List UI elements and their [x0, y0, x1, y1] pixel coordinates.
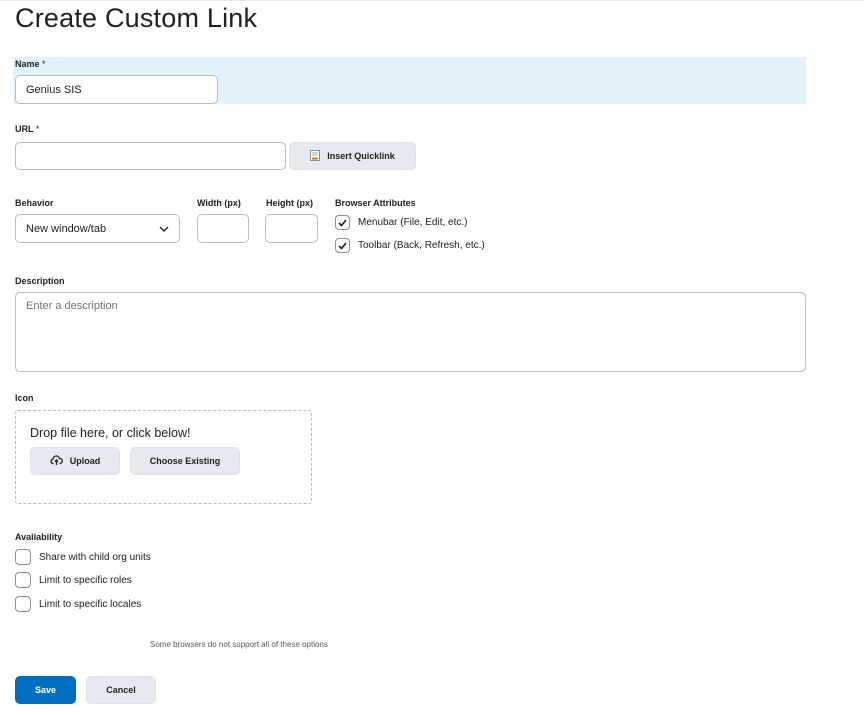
required-mark: * [35, 124, 40, 134]
url-input[interactable] [15, 142, 286, 170]
height-input[interactable] [265, 214, 318, 243]
cancel-button[interactable]: Cancel [86, 676, 156, 704]
width-label: Width (px) [197, 198, 241, 208]
share-child-org-label: Share with child org units [39, 551, 151, 563]
check-icon [338, 241, 347, 250]
behavior-selected-value: New window/tab [26, 222, 107, 235]
url-label-text: URL [15, 124, 34, 134]
behavior-select[interactable]: New window/tab [15, 214, 180, 243]
name-input-value: Genius SIS [26, 83, 82, 96]
height-label: Height (px) [266, 198, 313, 208]
limit-locales-checkbox[interactable] [15, 596, 31, 612]
url-label: URL * [15, 124, 39, 134]
toolbar-label: Toolbar (Back, Refresh, etc.) [358, 240, 485, 251]
save-label: Save [34, 685, 57, 695]
browser-attributes-label: Browser Attributes [335, 198, 416, 208]
description-label: Description [15, 276, 65, 286]
cancel-label: Cancel [106, 685, 136, 695]
name-label-text: Name [15, 59, 40, 69]
limit-locales-option[interactable]: Limit to specific locales [15, 596, 141, 612]
insert-quicklink-button[interactable]: Insert Quicklink [289, 142, 416, 170]
choose-existing-button[interactable]: Choose Existing [130, 447, 240, 475]
check-icon [338, 218, 347, 227]
behavior-label: Behavior [15, 198, 54, 208]
toolbar-checkbox[interactable] [335, 238, 350, 253]
page-title: Create Custom Link [15, 3, 258, 33]
name-input[interactable]: Genius SIS [15, 75, 218, 104]
menubar-option[interactable]: Menubar (File, Edit, etc.) [335, 215, 467, 230]
choose-existing-label: Choose Existing [149, 456, 221, 466]
insert-quicklink-label: Insert Quicklink [327, 151, 395, 161]
toolbar-option[interactable]: Toolbar (Back, Refresh, etc.) [335, 238, 485, 253]
cloud-upload-icon [50, 455, 63, 467]
description-textarea[interactable]: Enter a description [15, 292, 806, 372]
limit-roles-option[interactable]: Limit to specific roles [15, 572, 132, 588]
upload-button[interactable]: Upload [30, 447, 120, 475]
name-label: Name * [15, 59, 46, 69]
chevron-down-icon [159, 223, 169, 235]
drop-instructions: Drop file here, or click below! [30, 426, 191, 440]
menubar-label: Menubar (File, Edit, etc.) [358, 217, 468, 228]
availability-label: Availability [15, 532, 63, 542]
required-mark: * [42, 59, 46, 69]
quicklink-icon [310, 149, 321, 163]
width-input[interactable] [197, 214, 249, 243]
limit-locales-label: Limit to specific locales [39, 598, 142, 610]
description-placeholder: Enter a description [26, 300, 118, 312]
upload-label: Upload [69, 456, 101, 466]
limit-roles-checkbox[interactable] [15, 572, 31, 588]
menubar-checkbox[interactable] [335, 215, 350, 230]
limit-roles-label: Limit to specific roles [39, 574, 132, 586]
browser-support-hint: Some browsers do not support all of thes… [150, 640, 328, 649]
save-button[interactable]: Save [15, 676, 76, 704]
share-child-org-option[interactable]: Share with child org units [15, 549, 151, 565]
icon-label: Icon [15, 393, 34, 403]
top-border [0, 0, 864, 1]
share-child-org-checkbox[interactable] [15, 549, 31, 565]
